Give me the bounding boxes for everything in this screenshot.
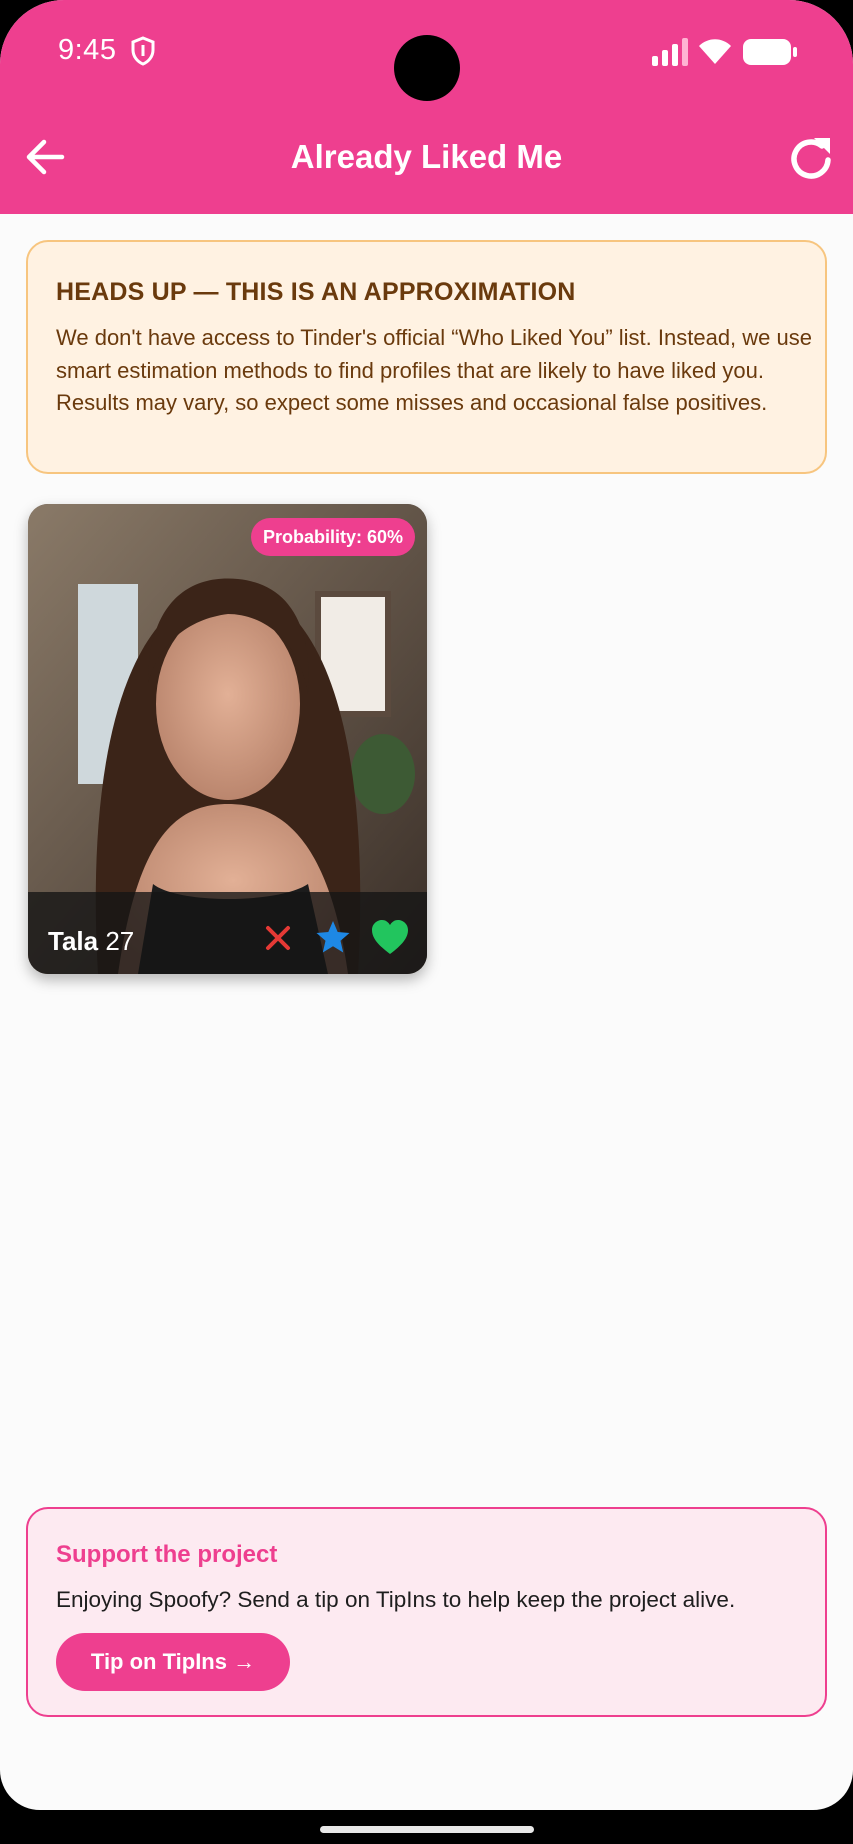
page-title: Already Liked Me [290, 138, 563, 175]
card-footer: Tala 27 [28, 892, 427, 974]
refresh-icon[interactable] [786, 134, 836, 184]
phone-screen: 9:45 Already Liked Me HEADS UP — THIS IS… [0, 0, 853, 1810]
profile-name: Tala [48, 926, 99, 956]
tip-button[interactable]: Tip on TipIns → [56, 1633, 290, 1691]
app-header: 9:45 Already Liked Me [0, 0, 853, 214]
wifi-icon [699, 39, 731, 64]
like-heart-icon[interactable] [370, 918, 410, 956]
support-body: Enjoying Spoofy? Send a tip on TipIns to… [56, 1587, 736, 1612]
approximation-notice: HEADS UP — THIS IS AN APPROXIMATION We d… [26, 240, 827, 474]
profile-name-age: Tala 27 [48, 926, 134, 957]
probability-badge: Probability: 60% [250, 518, 415, 556]
shield-icon [131, 36, 155, 66]
notice-title: HEADS UP — THIS IS AN APPROXIMATION [56, 278, 576, 306]
status-time: 9:45 [58, 34, 117, 66]
support-panel: Support the project Enjoying Spoofy? Sen… [26, 1507, 827, 1717]
profile-card[interactable]: Probability: 60% Tala 27 [28, 504, 427, 974]
battery-icon [743, 39, 797, 65]
support-title: Support the project [56, 1541, 278, 1568]
superlike-star-icon[interactable] [314, 918, 352, 956]
profile-age: 27 [105, 926, 135, 956]
home-indicator[interactable] [320, 1826, 534, 1833]
pass-x-icon[interactable] [260, 920, 296, 956]
notice-body: We don't have access to Tinder's officia… [56, 325, 812, 415]
signal-icon [652, 38, 688, 66]
camera-cutout [394, 35, 460, 101]
